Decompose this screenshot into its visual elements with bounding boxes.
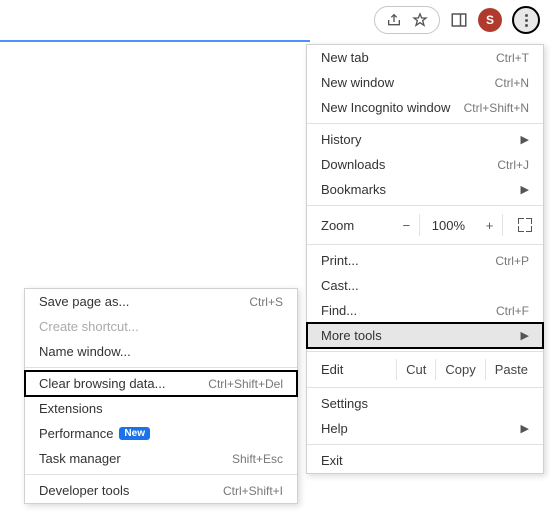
new-badge: New — [119, 427, 150, 440]
share-icon[interactable] — [385, 11, 403, 29]
submenu-label: Create shortcut... — [39, 319, 283, 334]
cut-button[interactable]: Cut — [396, 359, 435, 380]
menu-shortcut: Ctrl+J — [497, 158, 529, 172]
menu-label: New window — [321, 75, 487, 90]
menu-label: Exit — [321, 453, 529, 468]
zoom-percent: 100% — [426, 218, 471, 233]
menu-item-more-tools[interactable]: More tools ▶ — [306, 322, 544, 349]
menu-item-new-incognito[interactable]: New Incognito window Ctrl+Shift+N — [307, 95, 543, 120]
menu-label: Help — [321, 421, 513, 436]
submenu-item-name-window[interactable]: Name window... — [25, 339, 297, 364]
menu-item-help[interactable]: Help ▶ — [307, 416, 543, 441]
submenu-item-clear-browsing-data[interactable]: Clear browsing data... Ctrl+Shift+Del — [24, 370, 298, 397]
separator — [307, 123, 543, 124]
edit-label: Edit — [321, 362, 396, 377]
separator — [25, 367, 297, 368]
menu-label: New tab — [321, 50, 488, 65]
perf-text: Performance — [39, 426, 113, 441]
profile-avatar[interactable]: S — [478, 8, 502, 32]
separator — [307, 244, 543, 245]
zoom-in-button[interactable]: + — [477, 214, 503, 236]
submenu-label: Save page as... — [39, 294, 249, 309]
submenu-arrow-icon: ▶ — [521, 329, 529, 342]
submenu-label: Extensions — [39, 401, 283, 416]
separator — [307, 444, 543, 445]
submenu-item-developer-tools[interactable]: Developer tools Ctrl+Shift+I — [25, 478, 297, 503]
zoom-label: Zoom — [321, 218, 388, 233]
zoom-out-button[interactable]: − — [394, 214, 420, 236]
submenu-label: Clear browsing data... — [39, 376, 208, 391]
menu-label: History — [321, 132, 513, 147]
menu-shortcut: Ctrl+P — [495, 254, 529, 268]
submenu-item-task-manager[interactable]: Task manager Shift+Esc — [25, 446, 297, 471]
side-panel-icon[interactable] — [450, 11, 468, 29]
menu-item-history[interactable]: History ▶ — [307, 127, 543, 152]
menu-label: New Incognito window — [321, 100, 456, 115]
submenu-label: Performance New — [39, 426, 283, 441]
menu-label: Bookmarks — [321, 182, 513, 197]
copy-button[interactable]: Copy — [435, 359, 484, 380]
menu-item-new-tab[interactable]: New tab Ctrl+T — [307, 45, 543, 70]
fullscreen-icon[interactable] — [517, 217, 533, 233]
submenu-item-performance[interactable]: Performance New — [25, 421, 297, 446]
menu-label: Cast... — [321, 278, 529, 293]
menu-item-edit: Edit Cut Copy Paste — [307, 355, 543, 384]
submenu-item-create-shortcut: Create shortcut... — [25, 314, 297, 339]
menu-label: Find... — [321, 303, 488, 318]
submenu-item-extensions[interactable]: Extensions — [25, 396, 297, 421]
main-menu: New tab Ctrl+T New window Ctrl+N New Inc… — [306, 44, 544, 474]
menu-item-new-window[interactable]: New window Ctrl+N — [307, 70, 543, 95]
menu-shortcut: Ctrl+N — [495, 76, 529, 90]
menu-label: More tools — [321, 328, 513, 343]
submenu-label: Developer tools — [39, 483, 223, 498]
submenu-arrow-icon: ▶ — [521, 133, 529, 146]
separator — [307, 351, 543, 352]
submenu-arrow-icon: ▶ — [521, 422, 529, 435]
menu-shortcut: Ctrl+Shift+N — [464, 101, 529, 115]
submenu-shortcut: Ctrl+Shift+Del — [208, 377, 283, 391]
kebab-icon — [525, 14, 528, 27]
menu-label: Settings — [321, 396, 529, 411]
menu-label: Print... — [321, 253, 487, 268]
paste-button[interactable]: Paste — [485, 359, 537, 380]
main-menu-button[interactable] — [512, 6, 540, 34]
separator — [307, 387, 543, 388]
submenu-label: Name window... — [39, 344, 283, 359]
separator — [307, 205, 543, 206]
loading-bar — [0, 40, 310, 42]
address-bar-controls — [374, 6, 440, 34]
menu-item-exit[interactable]: Exit — [307, 448, 543, 473]
menu-shortcut: Ctrl+F — [496, 304, 529, 318]
more-tools-submenu: Save page as... Ctrl+S Create shortcut..… — [24, 288, 298, 504]
menu-label: Downloads — [321, 157, 489, 172]
menu-item-print[interactable]: Print... Ctrl+P — [307, 248, 543, 273]
submenu-shortcut: Ctrl+S — [249, 295, 283, 309]
menu-item-find[interactable]: Find... Ctrl+F — [307, 298, 543, 323]
submenu-label: Task manager — [39, 451, 232, 466]
submenu-shortcut: Shift+Esc — [232, 452, 283, 466]
menu-item-zoom: Zoom − 100% + — [307, 209, 543, 241]
menu-item-settings[interactable]: Settings — [307, 391, 543, 416]
menu-item-cast[interactable]: Cast... — [307, 273, 543, 298]
browser-toolbar: S — [374, 6, 540, 34]
separator — [25, 474, 297, 475]
menu-item-downloads[interactable]: Downloads Ctrl+J — [307, 152, 543, 177]
bookmark-star-icon[interactable] — [411, 11, 429, 29]
menu-item-bookmarks[interactable]: Bookmarks ▶ — [307, 177, 543, 202]
submenu-item-save-page[interactable]: Save page as... Ctrl+S — [25, 289, 297, 314]
submenu-arrow-icon: ▶ — [521, 183, 529, 196]
submenu-shortcut: Ctrl+Shift+I — [223, 484, 283, 498]
menu-shortcut: Ctrl+T — [496, 51, 529, 65]
avatar-initial: S — [486, 13, 494, 27]
